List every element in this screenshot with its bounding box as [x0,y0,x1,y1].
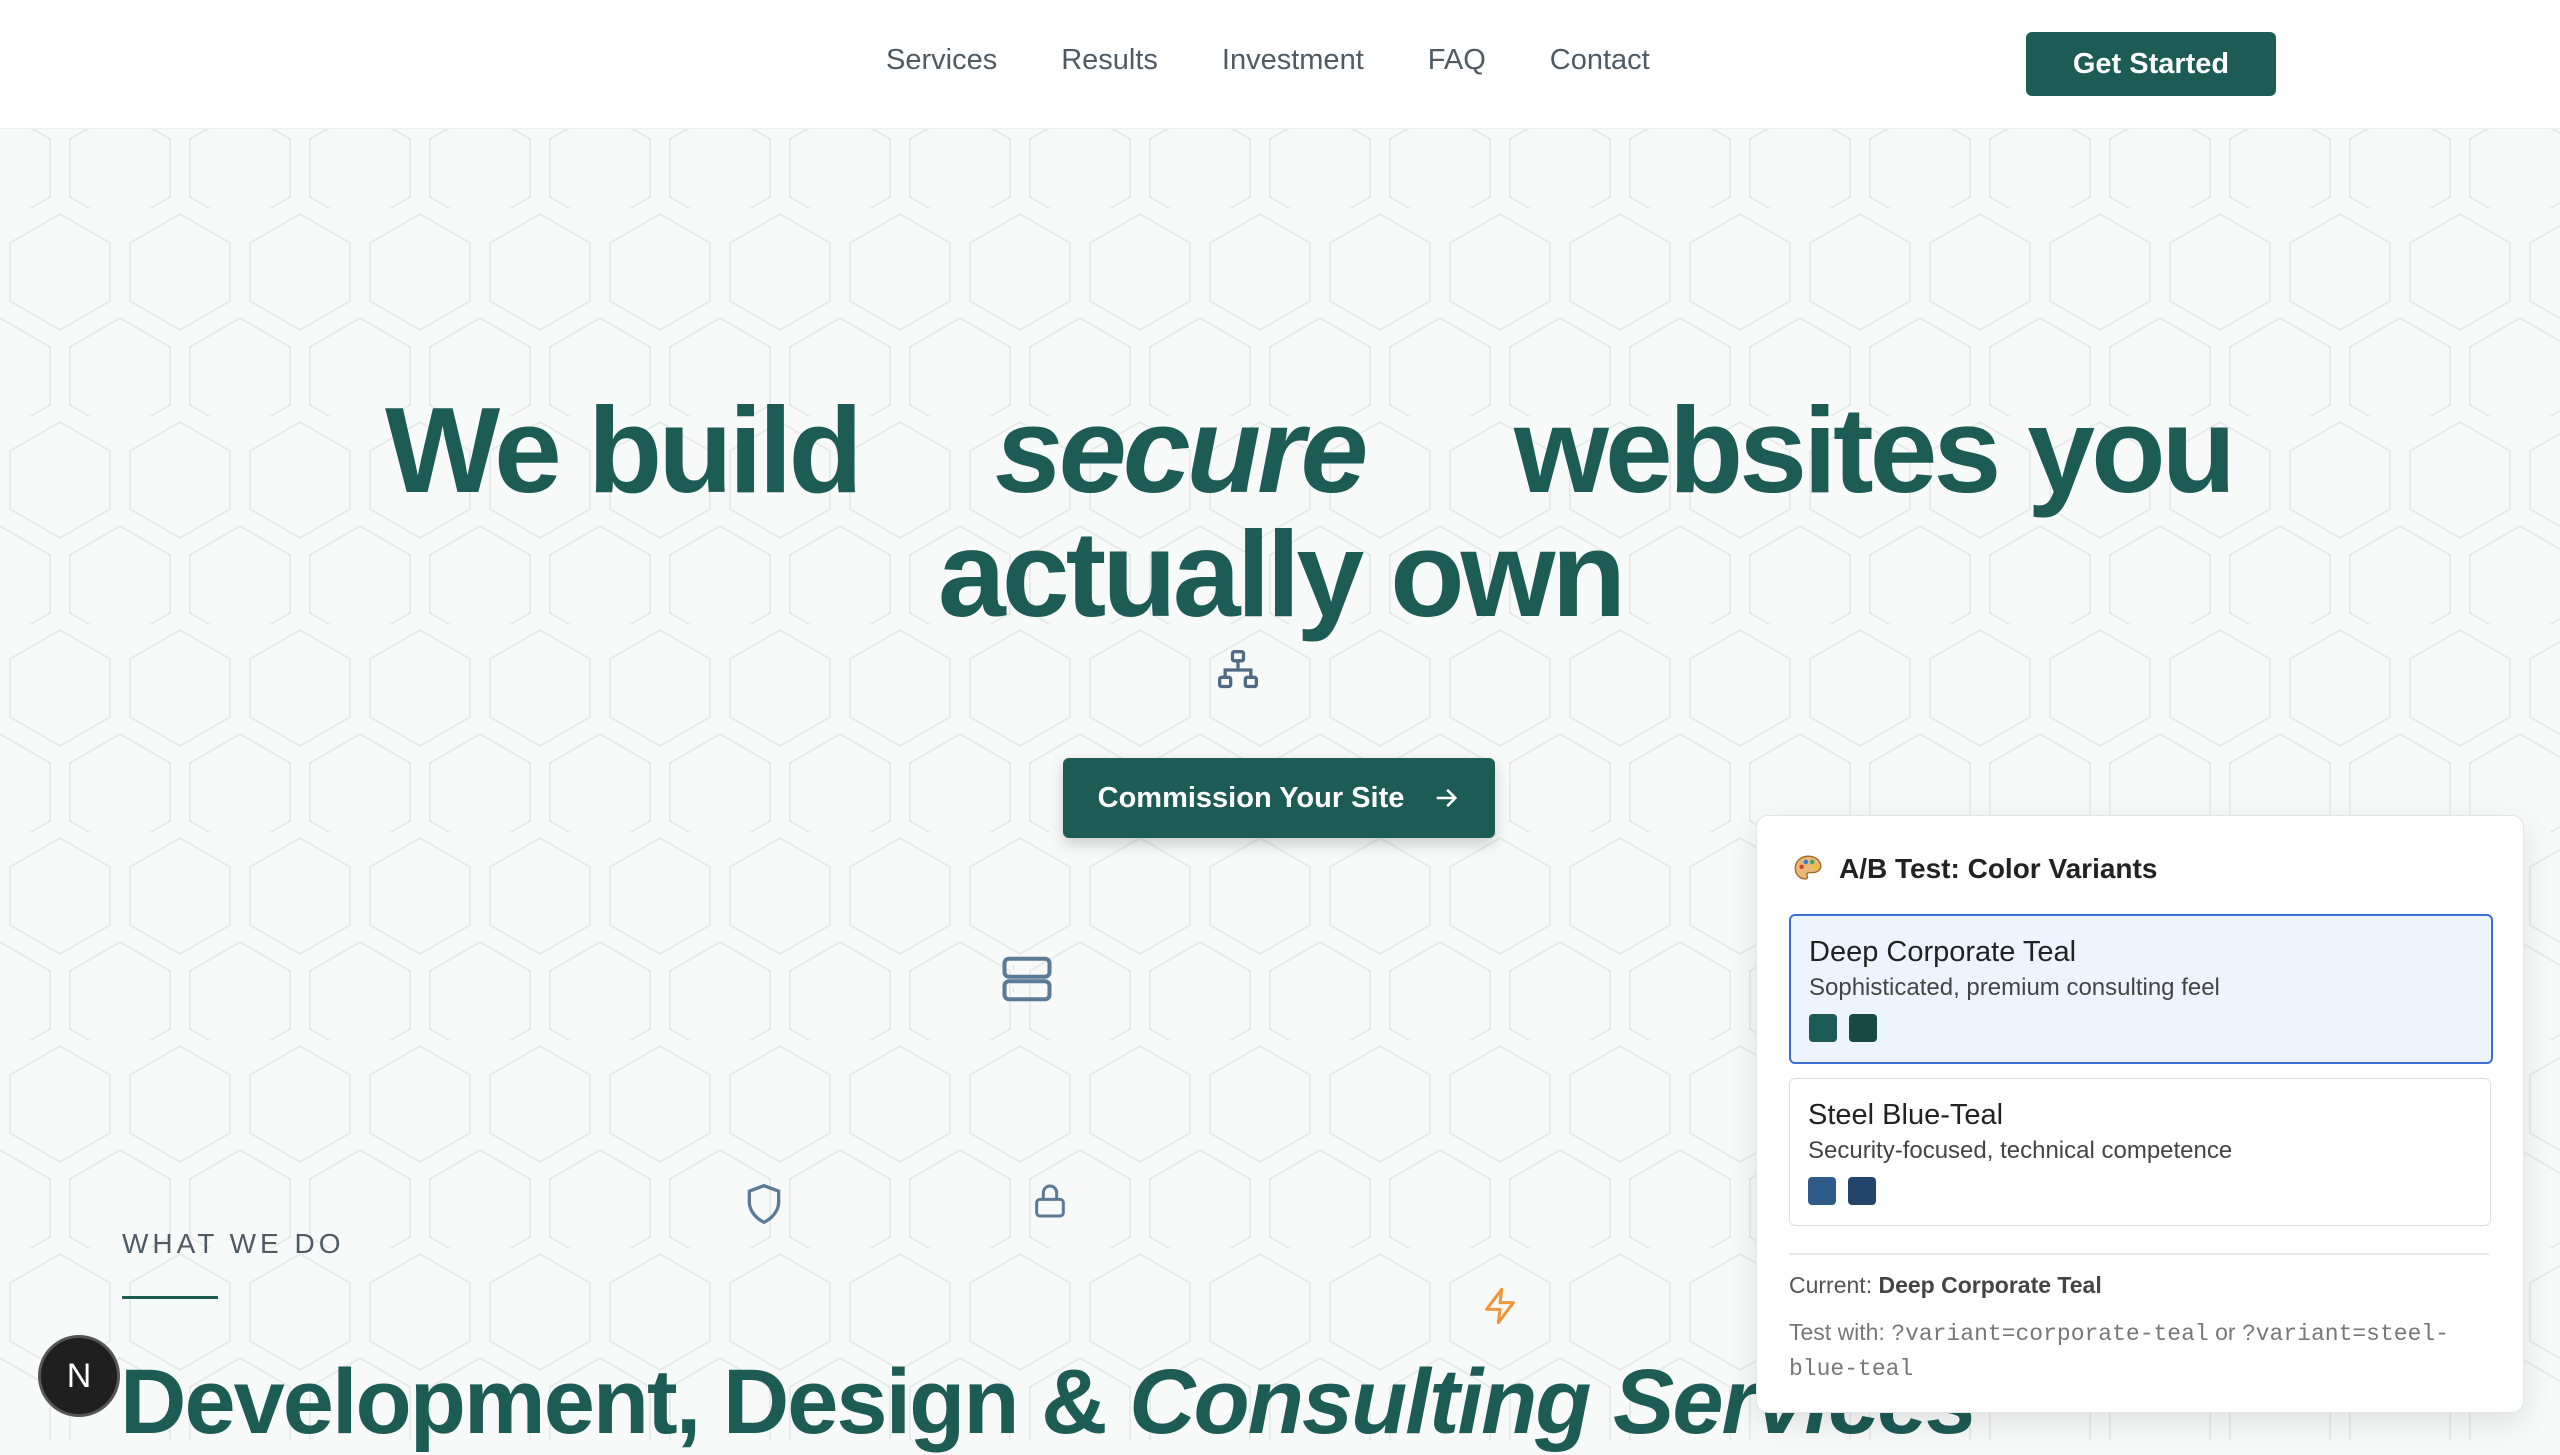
hero-word-secure: secure [995,382,1368,518]
commission-your-site-button[interactable]: Commission Your Site [1063,758,1495,838]
section-eyebrow: WHAT WE DO [122,1228,345,1259]
section-divider [122,1296,218,1299]
palette-icon [1794,855,1822,880]
variant-swatches [1808,1177,1876,1205]
lightning-icon [1485,1287,1515,1325]
color-swatch [1808,1177,1836,1205]
ab-test-help-text: Test with: ?variant=corporate-teal or ?v… [1789,1316,2489,1386]
variant-name: Deep Corporate Teal [1809,936,2077,968]
nav-link-services[interactable]: Services [886,44,997,77]
variant-name: Steel Blue-Teal [1808,1099,2004,1131]
nav-link-faq[interactable]: FAQ [1428,44,1486,77]
lock-icon [1035,1184,1065,1218]
ab-test-panel: A/B Test: Color Variants Deep Corporate … [1756,815,2524,1413]
variant-description: Sophisticated, premium consulting feel [1809,974,2220,1001]
hero-line-actually-own: actually own [937,506,1626,642]
dev-tools-badge[interactable]: N [38,1335,120,1417]
help-prefix: Test with: [1789,1319,1885,1345]
color-swatch [1809,1014,1837,1042]
current-value: Deep Corporate Teal [1878,1272,2102,1298]
nav-link-contact[interactable]: Contact [1550,44,1650,77]
variant-option-deep-corporate-teal[interactable]: Deep Corporate Teal Sophisticated, premi… [1789,914,2493,1064]
variant-swatches [1809,1014,1877,1042]
color-swatch [1848,1177,1876,1205]
variant-option-steel-blue-teal[interactable]: Steel Blue-Teal Security-focused, techni… [1789,1078,2491,1226]
color-swatch [1849,1014,1877,1042]
nav-link-results[interactable]: Results [1061,44,1158,77]
get-started-button[interactable]: Get Started [2026,32,2276,96]
help-param-corporate-teal: ?variant=corporate-teal [1891,1321,2209,1347]
shield-icon [747,1183,781,1225]
variant-description: Security-focused, technical competence [1808,1137,2233,1164]
ab-panel-divider [1789,1253,2489,1255]
main-nav: Services Results Investment FAQ Contact [886,44,1650,77]
arrow-right-icon [1437,788,1458,808]
help-or: or [2215,1319,2236,1345]
commission-button-label: Commission Your Site [1097,781,1405,814]
hero-word-we-build: We build [385,382,863,518]
ab-test-title: A/B Test: Color Variants [1839,853,2158,884]
section-title-plain: Development, Design & [120,1351,1130,1453]
top-navigation-bar: Services Results Investment FAQ Contact … [0,0,2560,129]
nav-link-investment[interactable]: Investment [1222,44,1364,77]
current-variant-status: Current: Deep Corporate Teal [1789,1272,2102,1299]
server-icon [1002,956,1052,1002]
current-label: Current: [1789,1272,1873,1298]
section-title: Development, Design & Consulting Service… [120,1350,1978,1455]
network-icon [1218,650,1258,689]
hero-word-websites-you: websites you [1514,382,2236,518]
